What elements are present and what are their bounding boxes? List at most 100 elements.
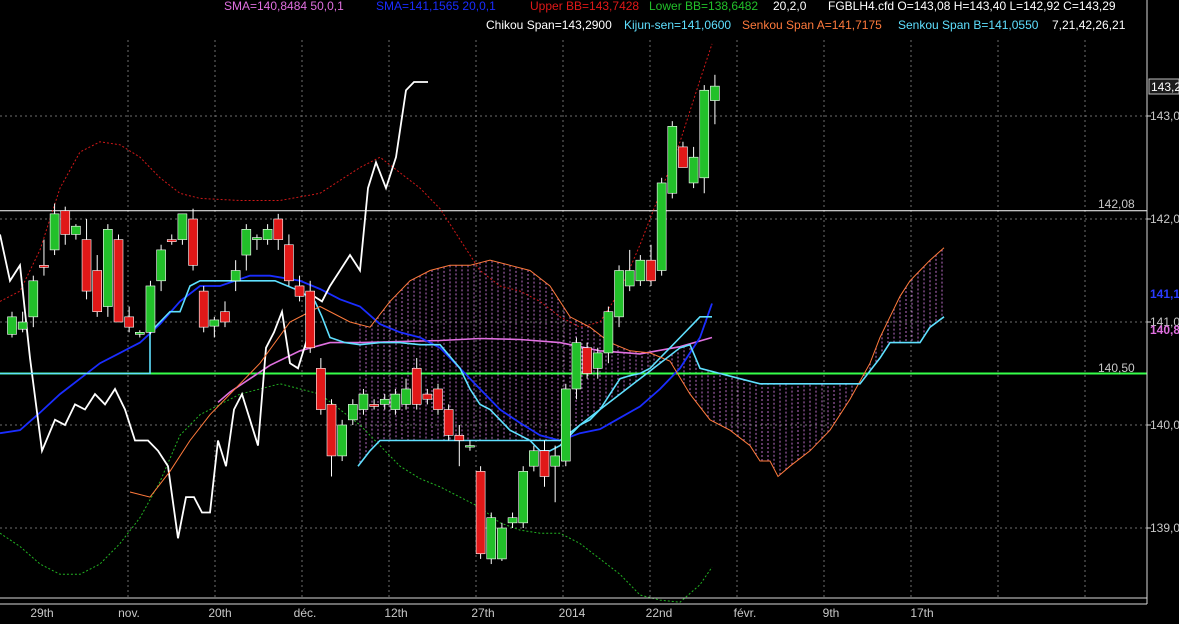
candle-body [294,285,305,297]
candle[interactable] [103,224,113,317]
candle[interactable] [369,399,379,410]
candle[interactable] [166,234,177,245]
candle-body [401,388,411,405]
legend-instrument: FGBLH4.cfd O=143,08 H=143,40 L=142,92 C=… [828,0,1116,13]
candlesticks [7,74,720,565]
candle[interactable] [486,512,497,565]
candle[interactable] [241,224,252,271]
candle[interactable] [699,85,710,194]
candle[interactable] [688,146,699,189]
ichimoku-chart[interactable]: 143,0142,0141,0140,0139,029th nov. 20th déc… [0,0,1179,624]
candle[interactable] [582,342,592,379]
candle[interactable] [475,466,486,559]
candle[interactable] [401,378,411,410]
legend-sma50: SMA=140,8484 50,0,1 [224,0,344,13]
candle[interactable] [198,285,209,333]
candle-body [92,270,102,313]
candle[interactable] [156,244,166,292]
candle-body [560,388,571,462]
candle[interactable] [273,213,284,250]
candle[interactable] [220,301,230,328]
series-senkou-span-b[interactable] [357,316,945,467]
candle-body [646,259,656,282]
candle-body [710,85,720,101]
candle[interactable] [529,445,539,472]
candle[interactable] [188,208,198,271]
candle[interactable] [92,255,102,317]
candle[interactable] [379,394,390,410]
candle[interactable] [71,224,81,240]
candle-body [124,316,134,328]
candle[interactable] [284,234,294,286]
candle-body [28,280,39,318]
candle[interactable] [518,466,529,528]
candle[interactable] [347,399,358,425]
candle[interactable] [560,383,571,467]
candle[interactable] [145,280,156,335]
candle[interactable] [337,419,347,462]
candle[interactable] [656,177,667,276]
candle[interactable] [113,234,124,323]
candle-body [667,126,678,194]
candle[interactable] [646,244,656,286]
candle[interactable] [60,206,71,245]
candle[interactable] [678,141,688,168]
candle[interactable] [635,255,646,286]
indicator-lines [0,43,945,603]
legend-bb-lower: Lower BB=138,6482 [649,0,758,13]
candle[interactable] [507,512,518,528]
candle-body [156,249,166,282]
candle[interactable] [497,522,507,561]
candle[interactable] [81,219,92,300]
candle[interactable] [39,239,49,276]
candle[interactable] [209,316,220,338]
candle-body [188,218,198,266]
candle[interactable] [550,445,560,503]
candle[interactable] [316,358,326,415]
x-tick-label: déc. [294,606,317,620]
candle-body [603,311,614,354]
candle[interactable] [49,203,60,256]
candle[interactable] [571,337,582,400]
series-sma-50[interactable] [217,336,713,403]
candle[interactable] [443,404,454,441]
candle[interactable] [7,311,17,338]
candle[interactable] [539,440,550,487]
candle[interactable] [124,306,134,333]
candle[interactable] [710,74,720,125]
candle-body [241,229,252,256]
y-tick-label: 139,0 [1150,521,1179,535]
x-tick-label: 27th [471,606,494,620]
candle-body [475,471,486,555]
candle-body [454,434,465,441]
candle[interactable] [177,213,188,245]
candle[interactable] [603,306,614,364]
candle[interactable] [411,358,422,410]
candle[interactable] [28,275,39,328]
candle[interactable] [624,249,635,292]
candle-body [273,218,284,240]
y-tick-label: 142,0 [1150,212,1179,226]
candle[interactable] [135,330,145,338]
candle-body [539,450,550,477]
candle[interactable] [305,280,316,353]
chart-window: 143,0 142,0 141,0 140,0 139,0 29th nov. 20th déc… [0,0,1179,624]
candle[interactable] [230,260,241,292]
candle-body [656,182,667,271]
candle-body [17,321,28,330]
x-tick-label: 20th [208,606,231,620]
last-price-tag-text: 143,2 [1151,80,1179,94]
candle[interactable] [667,121,678,199]
candle-body [326,404,337,457]
candle[interactable] [614,265,624,328]
candle[interactable] [422,388,433,405]
candle-body [411,368,422,405]
legend-bb-upper: Upper BB=143,7428 [530,0,639,13]
sma20-price-tag: 141,1 [1150,287,1179,301]
candle[interactable] [252,234,262,250]
candle[interactable] [262,224,273,245]
candle[interactable] [465,440,475,451]
candle[interactable] [326,399,337,477]
candle[interactable] [390,388,401,415]
candle[interactable] [433,383,443,415]
